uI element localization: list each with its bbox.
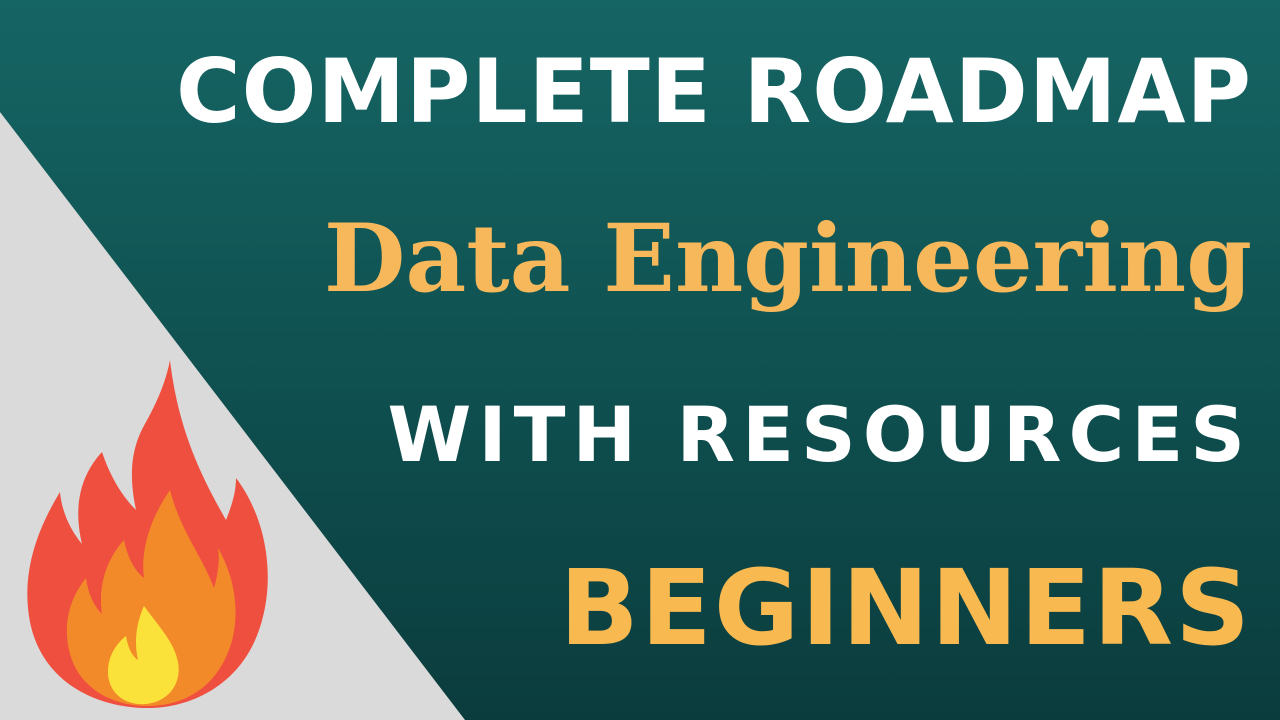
- video-thumbnail: COMPLETE ROADMAP Data Engineering WITH R…: [0, 0, 1280, 720]
- fire-icon: [27, 360, 268, 708]
- subheadline-text: WITH RESOURCES: [387, 390, 1252, 479]
- headline-text: COMPLETE ROADMAP: [176, 40, 1252, 143]
- audience-text: BEGINNERS: [559, 547, 1252, 669]
- topic-text: Data Engineering: [323, 204, 1252, 314]
